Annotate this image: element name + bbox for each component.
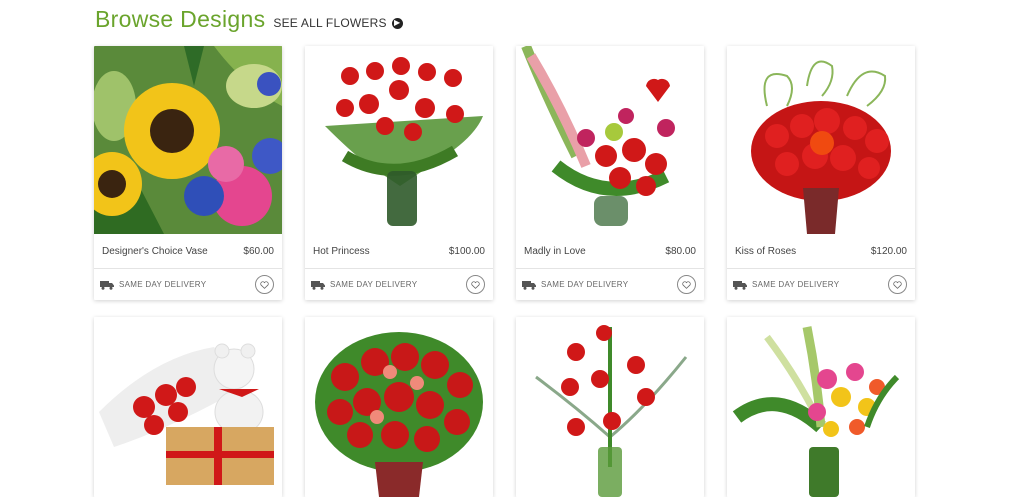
delivery-row: SAME DAY DELIVERY xyxy=(727,269,915,300)
heart-icon xyxy=(471,280,480,289)
product-image-designers-choice-vase[interactable] xyxy=(94,46,282,234)
section-title: Browse Designs xyxy=(95,6,266,32)
product-image-spring-mix-vase[interactable] xyxy=(727,317,915,497)
product-price: $100.00 xyxy=(448,245,485,257)
product-price: $60.00 xyxy=(243,245,274,257)
product-info: Madly in Love $80.00 xyxy=(516,234,704,269)
product-name[interactable]: Kiss of Roses xyxy=(735,246,796,257)
product-card[interactable]: Designer's Choice Vase $60.00 SAME DAY D… xyxy=(94,46,282,300)
truck-icon xyxy=(100,280,114,290)
delivery-label: SAME DAY DELIVERY xyxy=(330,280,418,289)
product-card[interactable] xyxy=(305,317,493,497)
delivery-label: SAME DAY DELIVERY xyxy=(541,280,629,289)
favorite-button[interactable] xyxy=(255,275,274,294)
delivery-row: SAME DAY DELIVERY xyxy=(305,269,493,300)
product-card[interactable] xyxy=(94,317,282,497)
favorite-button[interactable] xyxy=(888,275,907,294)
product-image-rose-bud-vase[interactable] xyxy=(516,317,704,497)
see-all-label: SEE ALL FLOWERS xyxy=(273,16,387,30)
delivery-row: SAME DAY DELIVERY xyxy=(94,269,282,300)
product-price: $80.00 xyxy=(665,245,696,257)
truck-icon xyxy=(522,280,536,290)
product-name[interactable]: Madly in Love xyxy=(524,246,586,257)
product-image-madly-in-love[interactable] xyxy=(516,46,704,234)
section-header: Browse Designs SEE ALL FLOWERS ▶ xyxy=(95,6,403,33)
heart-icon xyxy=(260,280,269,289)
product-name[interactable]: Hot Princess xyxy=(313,246,370,257)
product-image-roses-with-teddy-bear[interactable] xyxy=(94,317,282,497)
product-info: Hot Princess $100.00 xyxy=(305,234,493,269)
product-name[interactable]: Designer's Choice Vase xyxy=(102,246,208,257)
favorite-button[interactable] xyxy=(677,275,696,294)
product-card[interactable]: Madly in Love $80.00 SAME DAY DELIVERY xyxy=(516,46,704,300)
arrow-circle-right-icon: ▶ xyxy=(391,17,403,29)
delivery-label: SAME DAY DELIVERY xyxy=(752,280,840,289)
see-all-flowers-link[interactable]: SEE ALL FLOWERS ▶ xyxy=(273,16,403,30)
delivery-label: SAME DAY DELIVERY xyxy=(119,280,207,289)
product-info: Kiss of Roses $120.00 xyxy=(727,234,915,269)
heart-icon xyxy=(893,280,902,289)
product-price: $120.00 xyxy=(870,245,907,257)
product-card[interactable]: Kiss of Roses $120.00 SAME DAY DELIVERY xyxy=(727,46,915,300)
delivery-row: SAME DAY DELIVERY xyxy=(516,269,704,300)
product-card[interactable] xyxy=(727,317,915,497)
product-image-red-rose-bouquet[interactable] xyxy=(305,317,493,497)
truck-icon xyxy=(733,280,747,290)
product-info: Designer's Choice Vase $60.00 xyxy=(94,234,282,269)
heart-icon xyxy=(682,280,691,289)
product-image-hot-princess[interactable] xyxy=(305,46,493,234)
product-card[interactable] xyxy=(516,317,704,497)
product-card[interactable]: Hot Princess $100.00 SAME DAY DELIVERY xyxy=(305,46,493,300)
truck-icon xyxy=(311,280,325,290)
favorite-button[interactable] xyxy=(466,275,485,294)
product-image-kiss-of-roses[interactable] xyxy=(727,46,915,234)
